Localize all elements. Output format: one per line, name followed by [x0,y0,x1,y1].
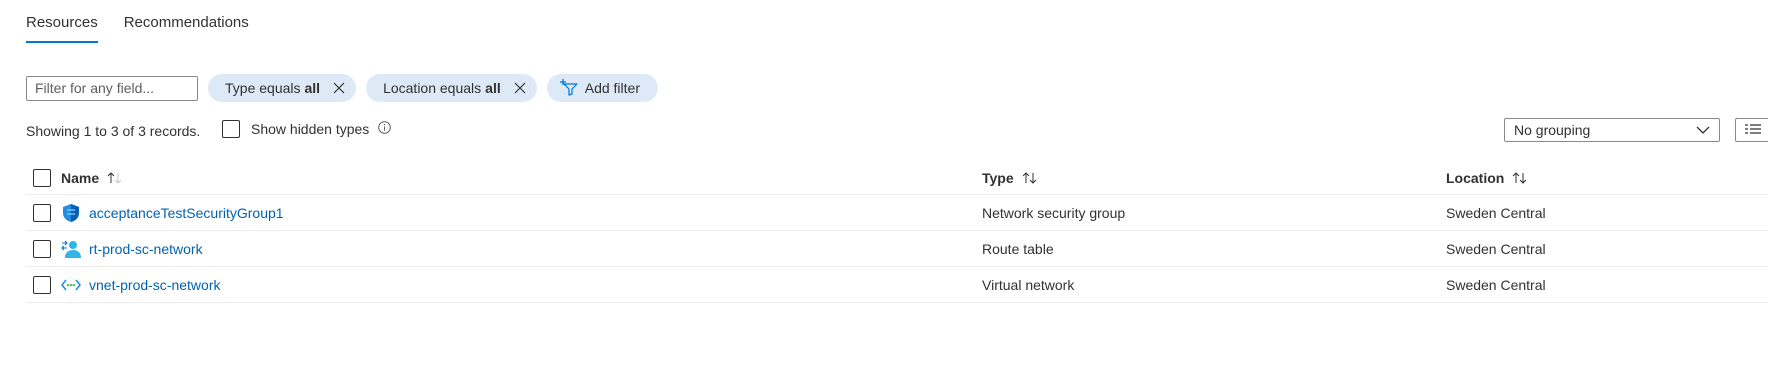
select-all-checkbox[interactable] [33,169,51,187]
sort-icon[interactable] [1022,172,1038,184]
list-view-button[interactable] [1735,118,1768,142]
virtual-network-icon [61,275,81,295]
row-checkbox[interactable] [33,275,51,294]
tab-recommendations[interactable]: Recommendations [124,14,249,43]
resource-type: Network security group [982,204,1126,221]
table-row[interactable]: vnet-prod-sc-network Virtual network Swe… [26,267,1768,303]
grouping-dropdown[interactable]: No grouping [1504,118,1720,142]
network-security-group-icon [61,203,81,223]
location-filter-value: all [485,80,501,96]
table-row[interactable]: acceptanceTestSecurityGroup1 Network sec… [26,195,1768,231]
row-checkbox[interactable] [33,239,51,258]
resource-name-link[interactable]: vnet-prod-sc-network [89,277,221,293]
filter-bar: Type equals all Location equals all Add … [26,74,658,102]
resource-location: Sweden Central [1446,240,1546,257]
show-hidden-types-checkbox[interactable] [222,120,240,138]
show-hidden-types-label: Show hidden types [251,121,370,137]
add-filter-icon [559,78,585,99]
add-filter-label: Add filter [584,80,640,96]
resource-location: Sweden Central [1446,276,1546,293]
resource-type: Virtual network [982,276,1075,293]
location-header-label: Location [1446,170,1505,186]
type-column-header[interactable]: Type [982,162,1038,194]
location-column-header[interactable]: Location [1446,162,1528,194]
list-view-icon [1744,122,1762,138]
add-filter-button[interactable]: Add filter [546,74,658,102]
show-hidden-types: Show hidden types [222,120,392,138]
tab-resources[interactable]: Resources [26,14,98,43]
location-filter-pill[interactable]: Location equals all [366,74,537,102]
table-header-row: Name Type Location [26,162,1768,195]
close-icon[interactable] [332,81,346,95]
chevron-down-icon [1696,122,1710,138]
grouping-selected: No grouping [1514,122,1591,138]
row-checkbox[interactable] [33,203,51,222]
records-count: Showing 1 to 3 of 3 records. [26,123,201,139]
type-filter-label: Type equals [225,80,301,96]
resources-table: Name Type Location acceptanceTestSecurit… [26,162,1768,303]
name-header-label: Name [61,170,100,186]
sort-icon[interactable] [1512,172,1528,184]
sort-ascending-icon[interactable] [107,172,123,184]
type-filter-value: all [304,80,321,96]
resource-name-link[interactable]: rt-prod-sc-network [89,241,203,257]
name-column-header[interactable]: Name [61,162,123,194]
close-icon[interactable] [513,81,527,95]
resource-type: Route table [982,240,1054,257]
resource-location: Sweden Central [1446,204,1546,221]
route-table-icon [61,239,81,259]
resource-name-link[interactable]: acceptanceTestSecurityGroup1 [89,205,284,221]
type-filter-pill[interactable]: Type equals all [208,74,357,102]
table-row[interactable]: rt-prod-sc-network Route table Sweden Ce… [26,231,1768,267]
filter-input[interactable] [26,75,198,101]
info-icon[interactable] [378,121,392,137]
tab-bar: Resources Recommendations [26,14,249,43]
resources-page: Resources Recommendations Type equals al… [0,0,1768,386]
type-header-label: Type [982,170,1014,186]
location-filter-label: Location equals [383,80,482,96]
